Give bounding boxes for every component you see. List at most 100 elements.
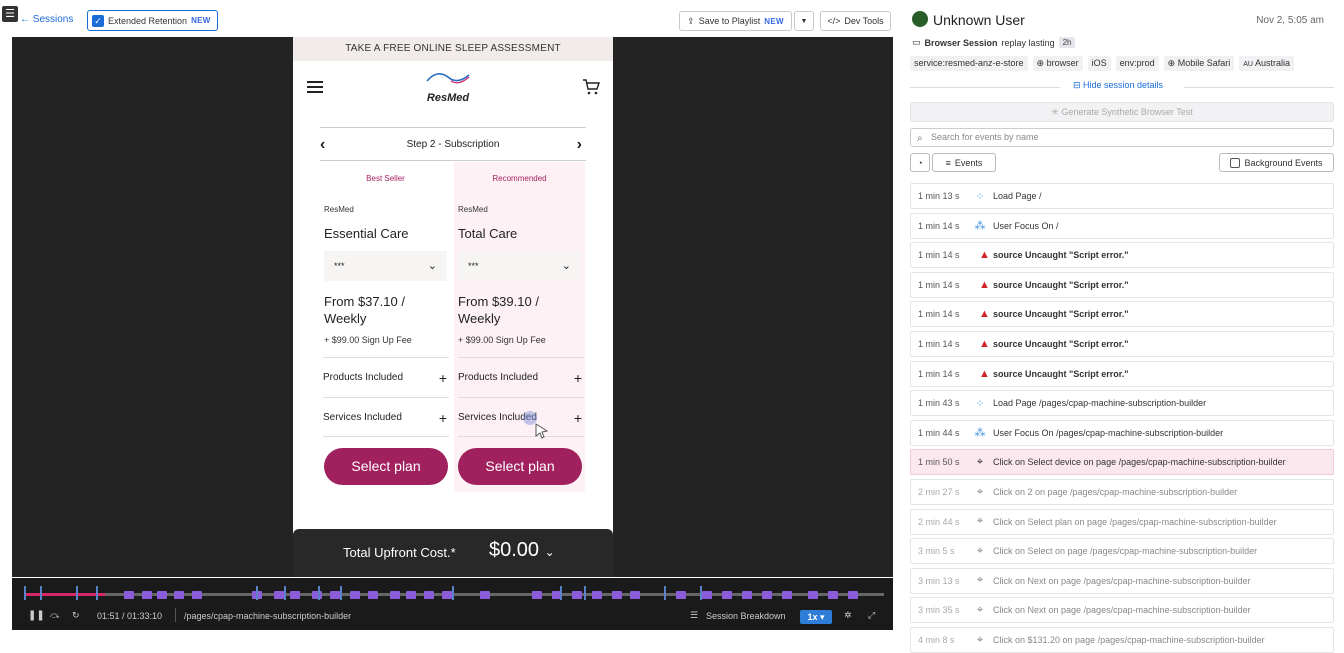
event-row[interactable]: 1 min 13 s ⁘ Load Page / bbox=[910, 183, 1334, 209]
plan-fee: + $99.00 Sign Up Fee bbox=[324, 335, 412, 345]
tag-country[interactable]: AU Australia bbox=[1239, 56, 1295, 71]
skip-inactivity-icon[interactable]: ⤼ bbox=[50, 610, 60, 621]
event-tick bbox=[284, 586, 286, 600]
tag-os[interactable]: iOS bbox=[1087, 56, 1111, 71]
event-time: 2 min 44 s bbox=[918, 516, 960, 527]
session-tags: service:resmed-anz-e-store ⊕ browser iOS… bbox=[910, 56, 1295, 71]
session-side-panel: Unknown User Nov 2, 5:05 am ▭ Browser Se… bbox=[902, 0, 1344, 653]
activity-segment bbox=[762, 591, 772, 599]
tag-browser[interactable]: ⊕ browser bbox=[1032, 56, 1083, 71]
event-row[interactable]: 1 min 14 s ▲ source Uncaught "Script error… bbox=[910, 360, 1334, 387]
activity-segment bbox=[702, 591, 712, 599]
user-name: Unknown User bbox=[933, 12, 1025, 28]
user-avatar-icon bbox=[912, 11, 928, 27]
timeline-track[interactable] bbox=[24, 593, 884, 596]
event-row[interactable]: 1 min 14 s ▲ source Uncaught "Script error… bbox=[910, 331, 1334, 357]
event-row[interactable]: 1 min 14 s ⁂ User Focus On / bbox=[910, 212, 1334, 239]
plus-icon: + bbox=[573, 370, 582, 386]
event-tick bbox=[318, 586, 320, 600]
plus-icon: + bbox=[438, 370, 447, 386]
event-time: 1 min 14 s bbox=[918, 368, 960, 379]
event-tick bbox=[560, 586, 562, 600]
event-description: Click on Select plan on page /pages/cpap… bbox=[993, 516, 1277, 527]
plan-brand: ResMed bbox=[458, 205, 488, 214]
cart-icon bbox=[582, 78, 600, 101]
back-to-sessions-link[interactable]: ← Sessions bbox=[20, 14, 73, 25]
session-type: ▭ Browser Session replay lasting 2h bbox=[912, 37, 1076, 48]
filter-icon: ≡ bbox=[945, 157, 951, 168]
events-filter-button[interactable]: ≡ Events bbox=[932, 153, 996, 172]
activity-segment bbox=[480, 591, 490, 599]
select-plan-button: Select plan bbox=[458, 448, 582, 485]
event-description: User Focus On / bbox=[993, 220, 1059, 231]
replay-icon[interactable]: ↻ bbox=[72, 610, 80, 621]
extended-retention-toggle[interactable]: ✓ Extended Retention NEW bbox=[87, 10, 218, 31]
collapse-icon: ⊟ bbox=[1072, 80, 1081, 90]
timer-filter-button[interactable]: ◔ bbox=[910, 153, 930, 172]
timeline-played bbox=[24, 593, 105, 596]
save-label: Save to Playlist bbox=[698, 16, 761, 26]
settings-icon[interactable]: ✲ bbox=[844, 610, 852, 621]
events-label: Events bbox=[954, 157, 983, 168]
session-breakdown-button[interactable]: Session Breakdown bbox=[706, 611, 786, 621]
event-row[interactable]: 4 min 8 s ⌖ Click on $131.20 on page /page… bbox=[910, 627, 1334, 653]
background-events-toggle[interactable]: Background Events bbox=[1219, 153, 1334, 172]
event-tick bbox=[24, 586, 26, 600]
event-description: Click on Select device on page /pages/cp… bbox=[993, 457, 1286, 468]
select-value: *** bbox=[468, 261, 479, 271]
tag-env[interactable]: env:prod bbox=[1115, 56, 1159, 71]
pause-icon[interactable]: ❚❚ bbox=[28, 610, 45, 621]
event-row[interactable]: 1 min 14 s ▲ source Uncaught "Script error… bbox=[910, 271, 1334, 298]
fullscreen-icon[interactable]: ⤢ bbox=[868, 610, 875, 621]
country-code: AU bbox=[1243, 61, 1253, 68]
chevron-down-icon: ⌄ bbox=[561, 260, 571, 272]
event-row[interactable]: 1 min 43 s ⁘ Load Page /pages/cpap-machine… bbox=[910, 390, 1334, 417]
list-icon: ☰ bbox=[690, 610, 699, 620]
event-row[interactable]: 1 min 14 s ▲ source Uncaught "Script error… bbox=[910, 242, 1334, 269]
event-row[interactable]: 3 min 13 s ⌖ Click on Next on page /pages/… bbox=[910, 567, 1334, 594]
event-row[interactable]: 1 min 50 s ⌖ Click on Select device on pag… bbox=[910, 449, 1334, 476]
checkbox-icon[interactable]: ✓ bbox=[92, 14, 104, 27]
hide-session-details-button[interactable]: ⊟ Hide session details bbox=[902, 80, 1334, 91]
generate-synthetic-test-button[interactable]: ✳ Generate Synthetic Browser Test bbox=[910, 102, 1334, 122]
event-tick bbox=[76, 586, 78, 600]
speed-selector[interactable]: 1x ▾ bbox=[800, 610, 832, 624]
tag-service[interactable]: service:resmed-anz-e-store bbox=[910, 56, 1028, 71]
replay-timeline[interactable]: ❚❚ ⤼ ↻ 01:51 / 01:33:10 /pages/cpap-mach… bbox=[12, 578, 893, 630]
event-row[interactable]: 2 min 27 s ⌖ Click on 2 on page /pages/cpa… bbox=[910, 479, 1334, 505]
event-tick bbox=[664, 586, 666, 600]
save-to-playlist-button[interactable]: ⇪ Save to Playlist NEW bbox=[679, 11, 792, 31]
event-row[interactable]: 1 min 44 s ⁂ User Focus On /pages/cpap-mac… bbox=[910, 419, 1334, 446]
event-row[interactable]: 2 min 44 s ⌖ Click on Select plan on page … bbox=[910, 508, 1334, 535]
tag-browser-name[interactable]: ⊕ Mobile Safari bbox=[1163, 56, 1235, 71]
event-tick bbox=[256, 586, 258, 600]
playlist-dropdown-button[interactable]: ▼ bbox=[794, 11, 814, 31]
event-description: User Focus On /pages/cpap-machine-subscr… bbox=[993, 427, 1224, 438]
activity-segment bbox=[290, 591, 300, 599]
event-description: source Uncaught "Script error." bbox=[993, 250, 1129, 261]
event-row[interactable]: 1 min 14 s ▲ source Uncaught "Script error… bbox=[910, 301, 1334, 328]
event-row[interactable]: 3 min 5 s ⌖ Click on Select on page /pages… bbox=[910, 538, 1334, 565]
checkbox-icon[interactable] bbox=[1230, 157, 1241, 168]
step-label: Step 2 - Subscription bbox=[406, 139, 500, 150]
dev-tools-button[interactable]: </> Dev Tools bbox=[820, 11, 891, 31]
activity-segment bbox=[572, 591, 582, 599]
activity-segment bbox=[676, 591, 686, 599]
event-row[interactable]: 3 min 35 s ⌖ Click on Next on page /pages/… bbox=[910, 597, 1334, 624]
event-time: 1 min 50 s bbox=[918, 457, 960, 468]
activity-segment bbox=[722, 591, 732, 599]
menu-icon[interactable]: ☰ bbox=[2, 6, 18, 22]
player-controls: ❚❚ ⤼ ↻ 01:51 / 01:33:10 /pages/cpap-mach… bbox=[12, 608, 893, 630]
focus-icon: ⁂ bbox=[974, 220, 986, 233]
activity-segment bbox=[592, 591, 602, 599]
replay-toolbar: ☰ ← Sessions ✓ Extended Retention NEW ⇪ … bbox=[0, 0, 900, 38]
event-time: 4 min 8 s bbox=[918, 635, 955, 645]
replay-text: replay lasting bbox=[1001, 37, 1055, 48]
click-icon: ⌖ bbox=[976, 633, 984, 646]
event-time: 3 min 13 s bbox=[918, 575, 960, 586]
error-icon: ▲ bbox=[979, 308, 990, 321]
event-tick bbox=[340, 586, 342, 600]
plus-icon: + bbox=[438, 410, 447, 426]
sparkle-icon: ✳ bbox=[1051, 107, 1059, 117]
event-search-input[interactable]: ⌕ Search for events by name bbox=[910, 128, 1334, 147]
